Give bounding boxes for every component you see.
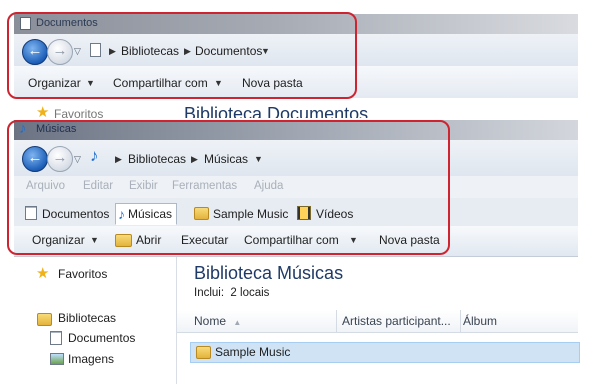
- nav-favorites[interactable]: Favoritos: [54, 107, 103, 121]
- column-label: Nome: [194, 314, 227, 328]
- includes-locations-link[interactable]: Inclui: 2 locais: [194, 287, 269, 299]
- list-item[interactable]: Sample Music: [190, 342, 580, 363]
- nav-favorites[interactable]: Favoritos: [58, 267, 107, 281]
- nav-libraries[interactable]: Bibliotecas: [58, 311, 116, 325]
- star-icon: ★: [36, 104, 50, 121]
- column-album[interactable]: Álbum: [459, 310, 582, 332]
- document-icon: [50, 331, 62, 345]
- libraries-icon: [37, 313, 52, 326]
- column-label: Artistas participant...: [342, 314, 451, 328]
- library-title: Biblioteca Documentos: [184, 104, 369, 118]
- image-icon: [50, 353, 64, 365]
- sort-up-icon: ▲: [233, 318, 242, 327]
- documents-nav-pane: ★ Favoritos: [14, 98, 175, 121]
- star-icon: ★: [36, 265, 50, 282]
- library-title: Biblioteca Músicas: [194, 263, 344, 283]
- documents-heading: Biblioteca Documentos: [174, 98, 578, 118]
- column-artists[interactable]: Artistas participant...: [338, 310, 461, 332]
- nav-images[interactable]: Imagens: [68, 352, 114, 366]
- column-label: Álbum: [463, 314, 498, 328]
- nav-documents[interactable]: Documentos: [68, 331, 135, 345]
- item-name: Sample Music: [215, 345, 291, 359]
- navigation-pane: ★ Favoritos Bibliotecas Documentos Image…: [14, 257, 177, 384]
- column-name[interactable]: Nome ▲: [190, 310, 337, 332]
- highlight-box: [7, 12, 357, 99]
- highlight-box: [7, 120, 450, 255]
- folder-icon: [196, 346, 211, 359]
